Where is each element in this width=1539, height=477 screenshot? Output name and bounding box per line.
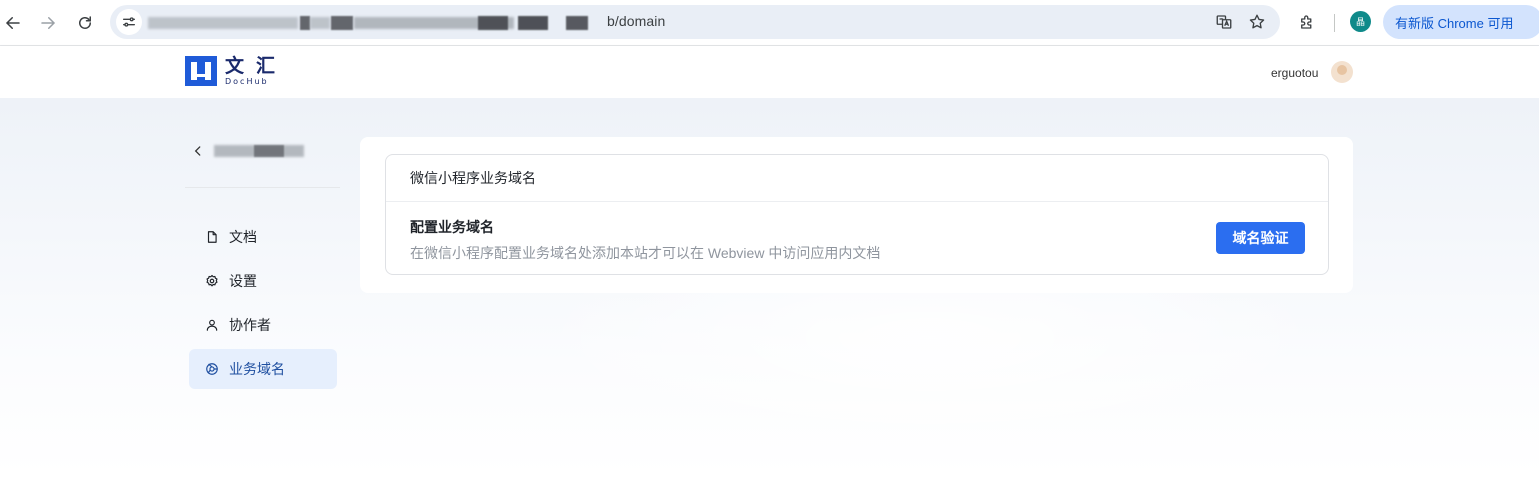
logo-mark-icon — [185, 56, 217, 86]
chrome-update-button[interactable]: 有新版 Chrome 可用 — [1383, 5, 1539, 39]
sidebar-item-label: 文档 — [229, 229, 257, 245]
profile-avatar[interactable]: 晶 — [1350, 11, 1371, 32]
back-arrow-icon[interactable] — [1, 11, 25, 35]
dochub-logo[interactable]: 文汇 DocHub — [185, 56, 287, 86]
sidebar-item-settings[interactable]: 设置 — [189, 261, 337, 301]
user-icon — [204, 317, 220, 333]
domain-settings-card: 微信小程序业务域名 配置业务域名 在微信小程序配置业务域名处添加本站才可以在 W… — [385, 154, 1329, 275]
logo-chinese-text: 文汇 — [225, 54, 288, 77]
extensions-icon[interactable] — [1296, 11, 1318, 33]
username[interactable]: erguotou — [1271, 66, 1318, 80]
sidebar-divider — [185, 187, 340, 188]
forward-arrow-icon[interactable] — [36, 11, 60, 35]
sidebar-item-collaborators[interactable]: 协作者 — [189, 305, 337, 345]
verify-domain-button[interactable]: 域名验证 — [1216, 222, 1305, 254]
globe-icon — [204, 361, 220, 377]
sidebar-item-label: 业务域名 — [229, 361, 285, 377]
toolbar-divider — [1334, 14, 1335, 32]
app-header: 文汇 DocHub erguotou — [0, 46, 1539, 98]
library-title — [214, 141, 306, 161]
url-text: b/domain — [607, 13, 666, 29]
document-icon — [204, 229, 220, 245]
setting-title: 配置业务域名 — [410, 219, 494, 235]
chevron-left-icon[interactable] — [190, 143, 206, 159]
translate-icon[interactable] — [1214, 12, 1234, 32]
user-avatar[interactable] — [1331, 61, 1353, 83]
back-to-library[interactable] — [190, 140, 306, 162]
site-info-icon[interactable] — [116, 9, 142, 35]
gear-icon — [204, 273, 220, 289]
browser-toolbar: b/domain 晶 有新版 Chrome 可用 — [0, 0, 1539, 46]
bookmark-star-icon[interactable] — [1247, 12, 1267, 32]
sidebar-item-label: 设置 — [229, 273, 257, 289]
redacted-url — [148, 13, 606, 33]
logo-english-text: DocHub — [225, 76, 269, 86]
section-title: 微信小程序业务域名 — [386, 155, 1328, 202]
setting-description: 在微信小程序配置业务域名处添加本站才可以在 Webview 中访问应用内文档 — [410, 245, 881, 261]
sidebar-item-label: 协作者 — [229, 317, 271, 333]
sidebar-item-documents[interactable]: 文档 — [189, 217, 337, 257]
reload-icon[interactable] — [73, 11, 97, 35]
address-bar[interactable]: b/domain — [110, 5, 1280, 39]
redacted-library-title — [214, 144, 306, 158]
sidebar-item-business-domain[interactable]: 业务域名 — [189, 349, 337, 389]
